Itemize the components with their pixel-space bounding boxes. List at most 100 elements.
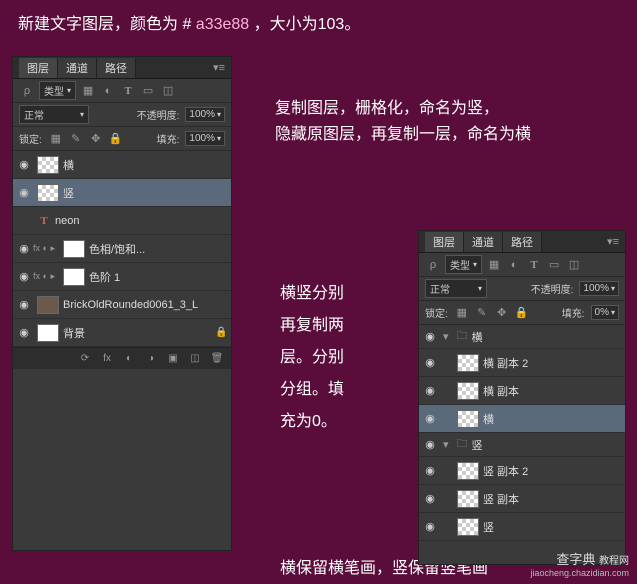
visibility-icon[interactable]: ◉ [15,270,33,283]
lock-position-icon[interactable]: ✥ [88,131,104,147]
layer-row[interactable]: ◉横 [419,405,625,433]
folder-icon: 🗀 [457,435,468,454]
layer-row[interactable]: ◉横 [13,151,231,179]
layer-name[interactable]: 色相/饱和... [89,241,229,257]
filter-kind-select[interactable]: 类型▾ [445,255,482,274]
lock-transparent-icon[interactable]: ▦ [48,131,64,147]
fx-badge: fx ◐ ▸ [33,243,55,254]
group-name[interactable]: 竖 [472,437,623,453]
visibility-icon[interactable]: ◉ [421,520,439,533]
title-color: a33e88 [196,16,249,33]
group-row[interactable]: ◉ ▾ 🗀竖 [419,433,625,457]
search-icon[interactable]: ρ [19,83,35,99]
filter-kind-select[interactable]: 类型▾ [39,81,76,100]
visibility-icon[interactable]: ◉ [15,158,33,171]
visibility-icon[interactable]: ◉ [421,438,439,451]
layer-name[interactable]: 横 [63,157,229,173]
layer-name[interactable]: 竖 副本 2 [483,463,623,479]
lock-pixels-icon[interactable]: ✎ [68,131,84,147]
tab-channels[interactable]: 通道 [464,232,503,252]
filter-pixel-icon[interactable]: ▦ [80,83,96,99]
layer-thumb [63,240,85,258]
layer-row[interactable]: ◉ 横 副本 [419,377,625,405]
search-icon[interactable]: ρ [425,257,441,273]
note-copy-rasterize: 复制图层，栅格化，命名为竖， 隐藏原图层，再复制一层，命名为横 [275,96,531,147]
tab-channels[interactable]: 通道 [58,58,97,78]
opacity-value[interactable]: 100%▾ [579,281,619,296]
lock-all-icon[interactable]: 🔒 [514,305,530,321]
layer-row[interactable]: ◉fx ◐ ▸色阶 1 [13,263,231,291]
group-name[interactable]: 横 [472,329,623,345]
panel-footer: ⟳ fx ◐ ◑ ▣ ◫ 🗑 [13,347,231,369]
adjustment-icon[interactable]: ◑ [143,351,159,367]
layer-row[interactable]: ◉ 竖 副本 [419,485,625,513]
fx-icon[interactable]: fx [99,351,115,367]
filter-smart-icon[interactable]: ◫ [160,83,176,99]
layer-name[interactable]: neon [55,215,229,227]
layers-panel-left: 图层 通道 路径 ▾≡ ρ 类型▾ ▦ ◐ T ▭ ◫ 正常▾ 不透明度: 10… [12,56,232,551]
layer-name[interactable]: 竖 副本 [483,491,623,507]
group-icon[interactable]: ▣ [165,351,181,367]
layer-row[interactable]: ◉ 横 副本 2 [419,349,625,377]
layer-name[interactable]: 横 副本 [483,383,623,399]
filter-smart-icon[interactable]: ◫ [566,257,582,273]
visibility-icon[interactable]: ◉ [421,384,439,397]
layer-row[interactable]: ◉fx ◐ ▸ 色相/饱和... [13,235,231,263]
layer-name[interactable]: 竖 [483,519,623,535]
link-icon[interactable]: ⟳ [77,351,93,367]
filter-text-icon[interactable]: T [120,83,136,99]
lock-pixels-icon[interactable]: ✎ [474,305,490,321]
opacity-value[interactable]: 100%▾ [185,107,225,122]
filter-pixel-icon[interactable]: ▦ [486,257,502,273]
layer-name[interactable]: 横 副本 2 [483,355,623,371]
visibility-icon[interactable]: ◉ [15,326,33,339]
lock-all-icon[interactable]: 🔒 [108,131,124,147]
visibility-icon[interactable]: ◉ [15,186,33,199]
visibility-icon[interactable]: ◉ [15,242,33,255]
filter-adjust-icon[interactable]: ◐ [506,257,522,273]
trash-icon[interactable]: 🗑 [209,351,225,367]
tab-paths[interactable]: 路径 [503,232,542,252]
layer-name[interactable]: 背景 [63,325,215,341]
filter-adjust-icon[interactable]: ◐ [100,83,116,99]
blend-mode-select[interactable]: 正常▾ [19,105,89,124]
new-layer-icon[interactable]: ◫ [187,351,203,367]
visibility-icon[interactable]: ◉ [421,464,439,477]
filter-shape-icon[interactable]: ▭ [546,257,562,273]
tab-paths[interactable]: 路径 [97,58,136,78]
visibility-icon[interactable]: ◉ [421,330,439,343]
layer-row[interactable]: ◉竖 [419,513,625,541]
layer-name[interactable]: 横 [483,411,623,427]
lock-transparent-icon[interactable]: ▦ [454,305,470,321]
layer-name[interactable]: 竖 [63,185,229,201]
filter-text-icon[interactable]: T [526,257,542,273]
panel-header: 图层 通道 路径 ▾≡ [13,57,231,79]
layer-name[interactable]: 色阶 1 [89,269,229,285]
fill-value[interactable]: 100%▾ [185,131,225,146]
layer-name[interactable]: BrickOldRounded0061_3_L [63,299,229,311]
layer-row[interactable]: ◉ 竖 副本 2 [419,457,625,485]
panel-menu-icon[interactable]: ▾≡ [607,235,619,248]
lock-row: 锁定: ▦ ✎ ✥ 🔒 填充: 0%▾ [419,301,625,325]
folder-toggle-icon[interactable]: ▾ [443,330,449,343]
filter-shape-icon[interactable]: ▭ [140,83,156,99]
blend-row: 正常▾ 不透明度: 100%▾ [13,103,231,127]
visibility-icon[interactable]: ◉ [421,492,439,505]
blend-mode-select[interactable]: 正常▾ [425,279,487,298]
folder-toggle-icon[interactable]: ▾ [443,438,449,451]
group-row[interactable]: ◉▾🗀横 [419,325,625,349]
tab-layers[interactable]: 图层 [19,58,58,78]
lock-position-icon[interactable]: ✥ [494,305,510,321]
layer-row[interactable]: ◉竖 [13,179,231,207]
layer-row[interactable]: ◉ BrickOldRounded0061_3_L [13,291,231,319]
visibility-icon[interactable]: ◉ [15,298,33,311]
visibility-icon[interactable]: ◉ [421,412,439,425]
visibility-icon[interactable]: ◉ [421,356,439,369]
layer-row[interactable]: Tneon [13,207,231,235]
fill-value[interactable]: 0%▾ [591,305,619,320]
panel-menu-icon[interactable]: ▾≡ [213,61,225,74]
mask-icon[interactable]: ◐ [121,351,137,367]
layer-thumb [37,184,59,202]
tab-layers[interactable]: 图层 [425,232,464,252]
layer-row[interactable]: ◉背景🔒 [13,319,231,347]
